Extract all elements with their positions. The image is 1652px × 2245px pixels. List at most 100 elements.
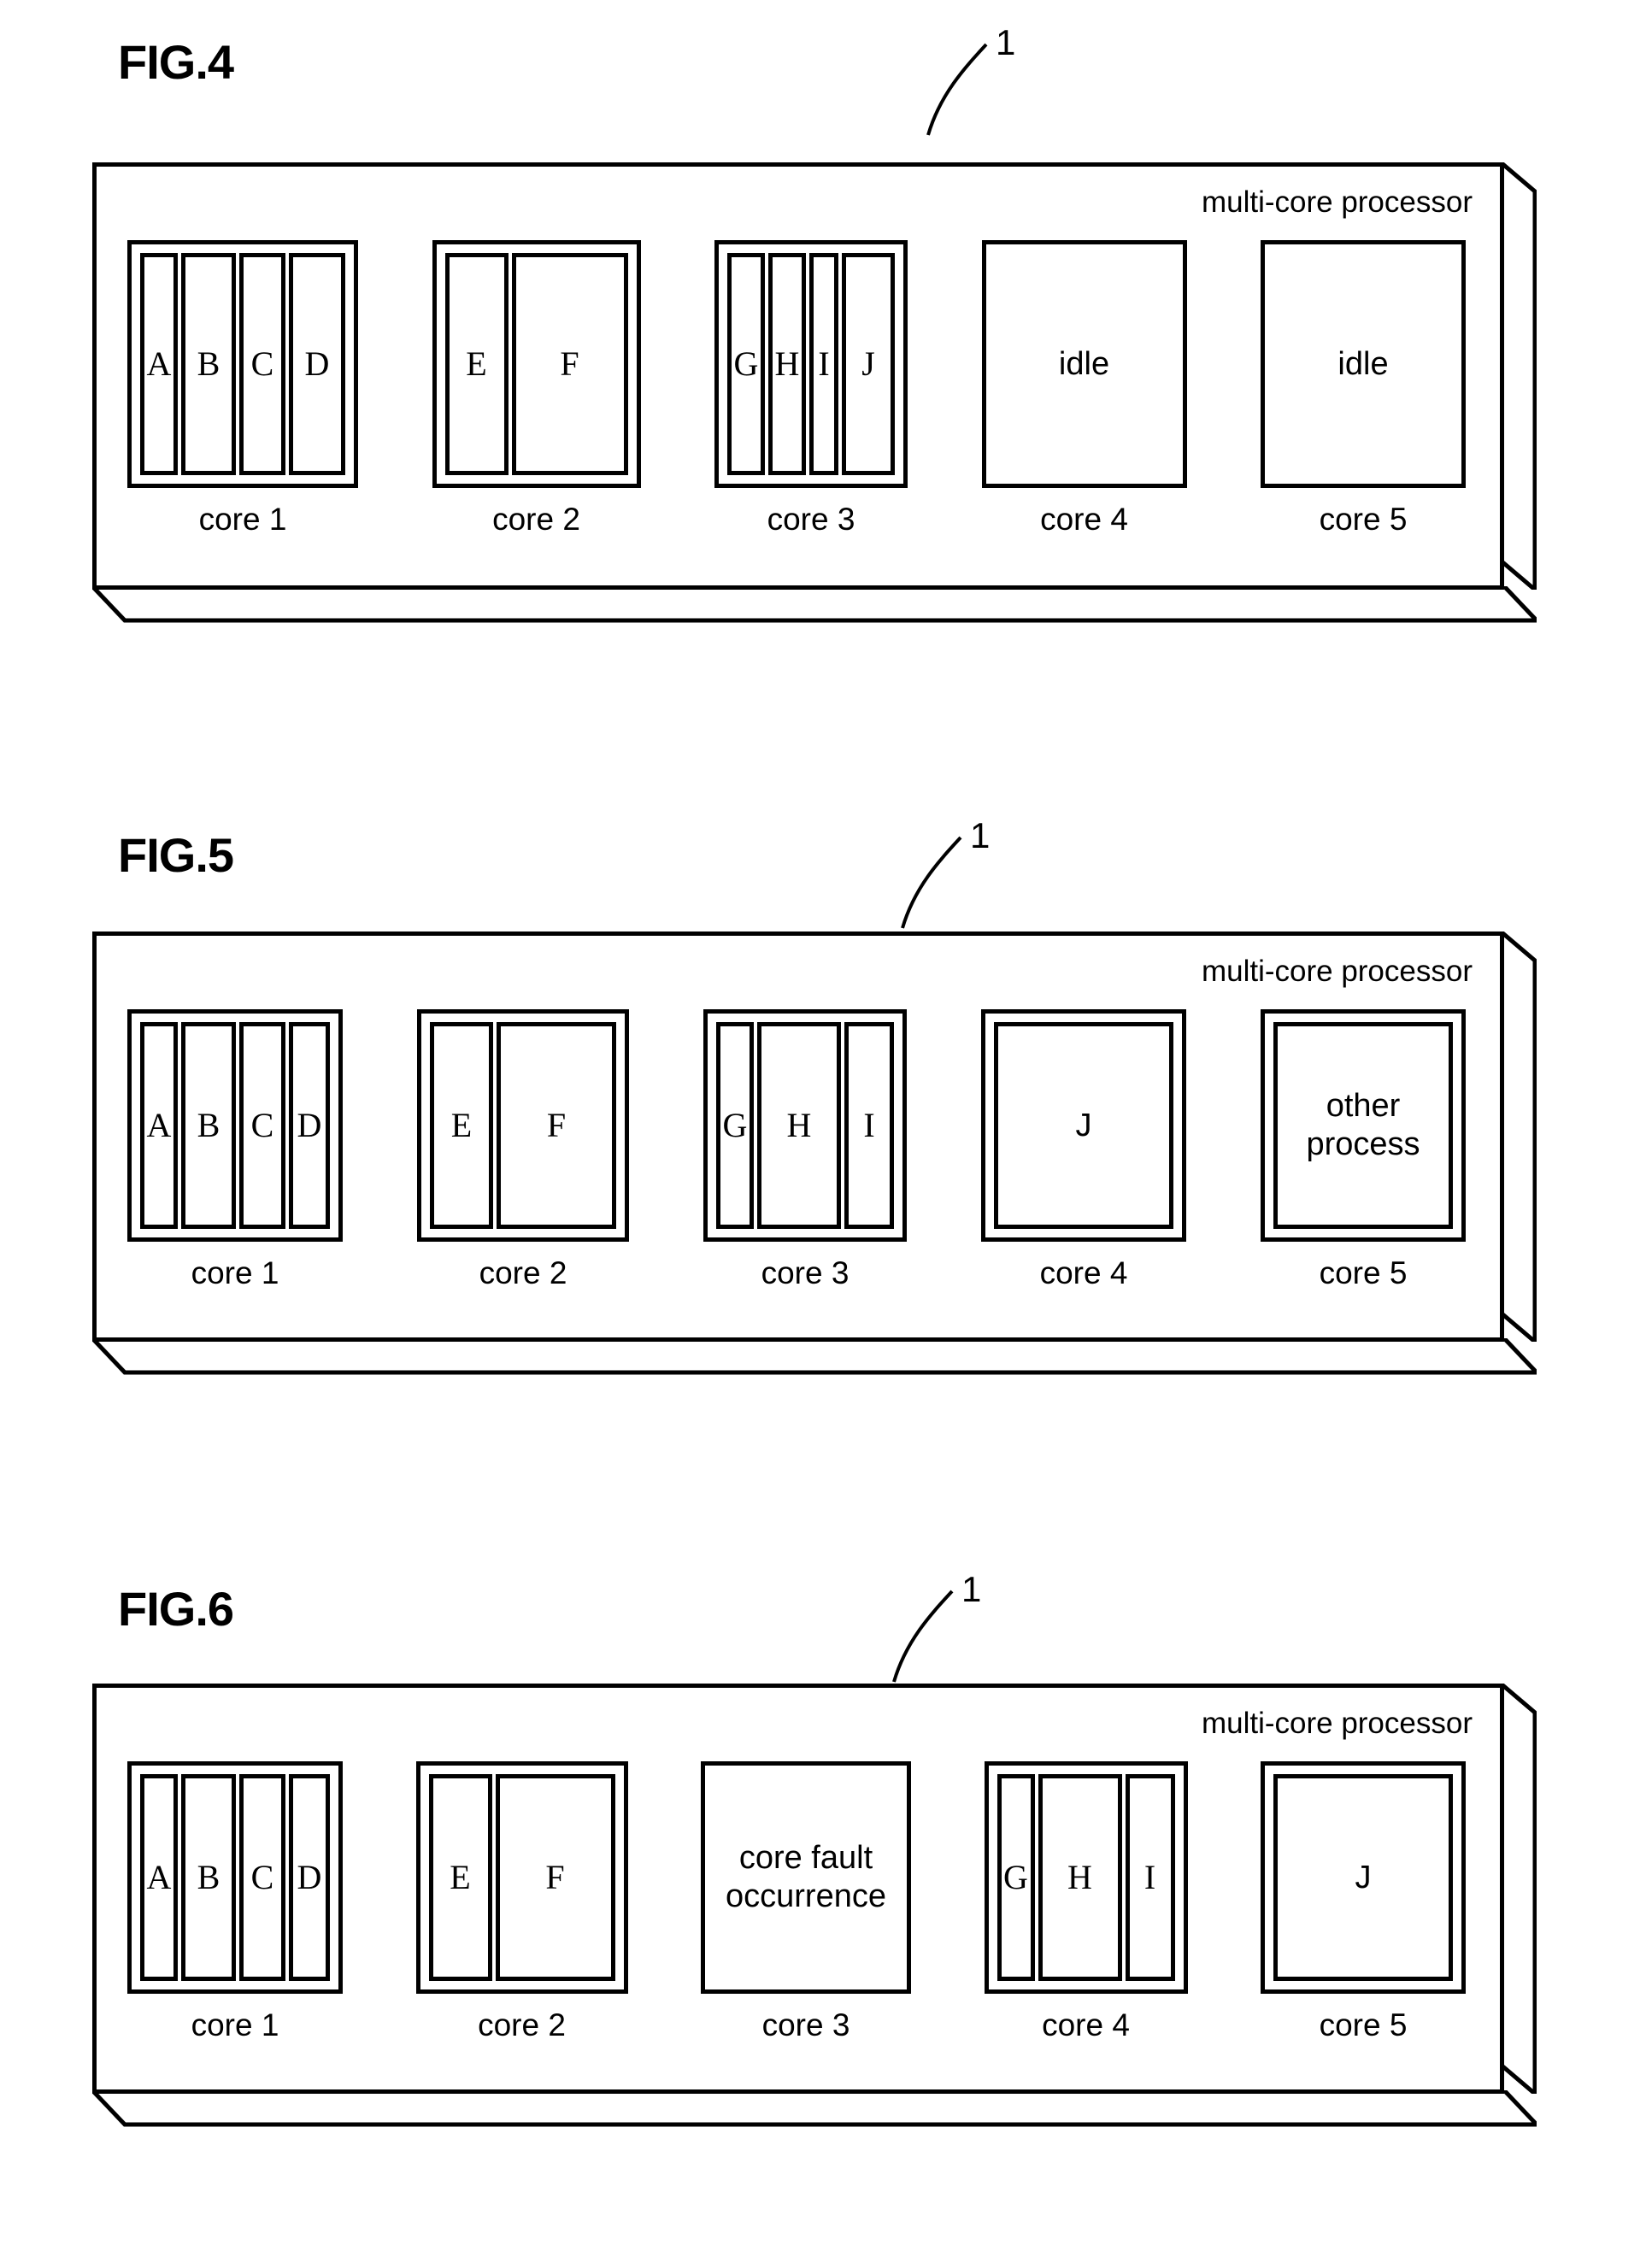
core-label: core 2 xyxy=(492,502,580,537)
core-label: core 4 xyxy=(1039,1255,1128,1290)
core-inner-box: J xyxy=(1273,1774,1453,1981)
task-slot: D xyxy=(289,253,345,475)
core-label: core 2 xyxy=(478,2007,566,2042)
core-2: E Fcore 2 xyxy=(417,1009,629,1291)
reference-numeral: 1 xyxy=(996,22,1016,62)
multi-core-processor-chip: multi-core processor A B C Dcore 1 E Fcore 2GH… xyxy=(92,931,1537,1375)
core-4: idle core 4 xyxy=(981,240,1187,538)
chip-title: multi-core processor xyxy=(1201,185,1473,219)
task-slot: F xyxy=(497,1022,616,1229)
chip-front-face: multi-core processor A B C Dcore 1 E F core 2 co… xyxy=(92,1684,1504,2094)
core-label: core 1 xyxy=(191,1255,279,1290)
core-row: A B C Dcore 1 E Fcore 2 core fault occurrence c… xyxy=(127,1761,1466,2043)
chip-3d-right-face xyxy=(1501,931,1537,1342)
core-inner-box: other process xyxy=(1273,1022,1453,1229)
core-2: E F core 2 xyxy=(415,1761,628,2043)
core-2: E Fcore 2 xyxy=(432,240,641,538)
reference-numeral-leader: 1 xyxy=(812,815,1034,929)
task-slot: A xyxy=(140,1774,178,1981)
leader-line xyxy=(901,836,962,929)
core-frame: idle xyxy=(1261,240,1466,488)
core-frame: ABCD xyxy=(127,1761,343,1994)
core-label: core 5 xyxy=(1319,502,1408,537)
core-label: core 3 xyxy=(761,2007,850,2042)
figure-caption: FIG.5 xyxy=(118,828,234,882)
core-content-text: core fault occurrence xyxy=(726,1840,886,1914)
task-slot: C xyxy=(239,253,285,475)
task-slot: J xyxy=(842,253,895,475)
leader-line xyxy=(926,43,988,136)
task-slot: C xyxy=(239,1774,285,1981)
task-slot: A xyxy=(140,253,178,475)
core-5: other process core 5 xyxy=(1261,1009,1466,1291)
reference-numeral: 1 xyxy=(970,815,991,855)
core-inner-box: J xyxy=(994,1022,1173,1229)
core-content-text: other process xyxy=(1306,1088,1420,1162)
task-slot: I xyxy=(1125,1774,1175,1981)
task-slot: I xyxy=(844,1022,894,1229)
chip-3d-bottom-face xyxy=(92,586,1537,623)
core-label: core 4 xyxy=(1042,2007,1130,2042)
core-row: A B C Dcore 1 E Fcore 2 G H I Jcore 3 idle core 4 id… xyxy=(127,240,1466,538)
core-label: core 2 xyxy=(479,1255,567,1290)
figure-1: FIG.4 1 multi-core processor A B C Dcore 1 E Fco… xyxy=(0,22,1652,649)
core-4: G H Icore 4 xyxy=(984,1761,1188,2043)
figure-3: FIG.6 1 multi-core processor A B C Dcore 1 E F co… xyxy=(0,1569,1652,2154)
chip-front-face: multi-core processor A B C Dcore 1 E Fcore 2GH… xyxy=(92,931,1504,1342)
reference-numeral: 1 xyxy=(961,1569,982,1609)
task-slot: B xyxy=(181,253,236,475)
core-frame: GHIJ xyxy=(714,240,908,488)
core-label: core 5 xyxy=(1319,2007,1408,2042)
core-row: A B C Dcore 1 E Fcore 2 G H Icore 3 Jcore 4 other … xyxy=(127,1009,1466,1291)
core-1: A B C Dcore 1 xyxy=(127,1761,343,2043)
task-slot: D xyxy=(289,1774,330,1981)
reference-numeral-leader: 1 xyxy=(838,22,1060,136)
figure-caption: FIG.6 xyxy=(118,1582,234,1636)
task-slot: F xyxy=(511,253,628,475)
task-slot: B xyxy=(181,1022,236,1229)
core-frame: J xyxy=(1261,1761,1466,1994)
task-slot: E xyxy=(444,253,509,475)
figure-caption: FIG.4 xyxy=(118,35,234,89)
core-label: core 3 xyxy=(767,502,855,537)
task-slot: G xyxy=(996,1774,1035,1981)
core-frame: GHI xyxy=(703,1009,907,1242)
core-content-text: idle xyxy=(1058,345,1110,382)
chip-front-face: multi-core processor A B C Dcore 1 E Fcore 2 GH… xyxy=(92,162,1504,590)
core-content-text: idle xyxy=(1337,345,1389,382)
core-frame: GHI xyxy=(984,1761,1188,1994)
core-content-text: J xyxy=(1075,1107,1092,1143)
task-slot: E xyxy=(430,1022,493,1229)
task-slot: H xyxy=(1038,1774,1122,1981)
core-frame: EF xyxy=(417,1009,629,1242)
task-slot: H xyxy=(757,1022,841,1229)
task-slot: D xyxy=(289,1022,330,1229)
leader-line xyxy=(892,1590,954,1683)
core-label: core 3 xyxy=(761,1255,850,1290)
core-label: core 1 xyxy=(198,502,287,537)
task-slot: I xyxy=(809,253,838,475)
chip-3d-right-face xyxy=(1501,162,1537,590)
task-slot: G xyxy=(716,1022,754,1229)
task-slot: B xyxy=(181,1774,236,1981)
core-4: Jcore 4 xyxy=(981,1009,1186,1291)
core-5: idle core 5 xyxy=(1261,240,1466,538)
core-frame: J xyxy=(981,1009,1186,1242)
multi-core-processor-chip: multi-core processor A B C Dcore 1 E F core 2 co… xyxy=(92,1684,1537,2127)
reference-numeral-leader: 1 xyxy=(803,1569,1026,1683)
core-3: G H Icore 3 xyxy=(703,1009,907,1291)
chip-3d-right-face xyxy=(1501,1684,1537,2094)
core-frame: ABCD xyxy=(127,1009,343,1242)
chip-title: multi-core processor xyxy=(1201,955,1473,988)
core-frame: EF xyxy=(415,1761,628,1994)
task-slot: C xyxy=(239,1022,285,1229)
task-slot: H xyxy=(768,253,806,475)
chip-title: multi-core processor xyxy=(1201,1707,1473,1740)
core-3: core fault occurrence core 3 xyxy=(701,1761,911,2043)
core-1: A B C Dcore 1 xyxy=(127,240,358,538)
chip-3d-bottom-face xyxy=(92,1338,1537,1375)
core-3: G H I J core 3 xyxy=(714,240,908,538)
core-5: Jcore 5 xyxy=(1261,1761,1466,2043)
core-frame: other process xyxy=(1261,1009,1466,1242)
task-slot: E xyxy=(428,1774,492,1981)
